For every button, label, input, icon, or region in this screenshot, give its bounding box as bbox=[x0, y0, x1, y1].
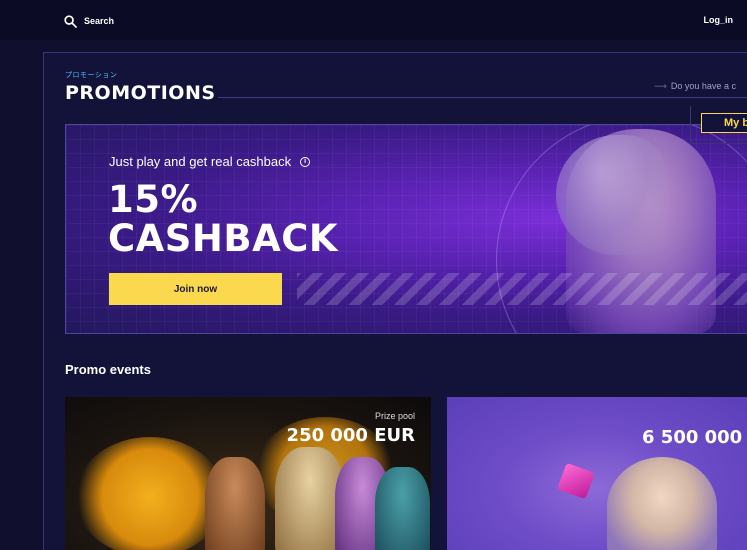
join-now-button[interactable]: Join now bbox=[109, 273, 282, 305]
banner-headline-line2: CASHBACK bbox=[108, 217, 339, 260]
prize-pool-label: Prize pool bbox=[374, 411, 415, 421]
character-illustration bbox=[375, 467, 430, 550]
page-title: PROMOTIONS bbox=[65, 82, 216, 104]
promo-events-heading: Promo events bbox=[65, 362, 151, 377]
character-illustration bbox=[205, 457, 265, 550]
my-bonus-button[interactable]: My b bbox=[701, 113, 747, 133]
banner-stripes-decoration bbox=[297, 273, 747, 305]
banner-subtitle-text: Just play and get real cashback bbox=[109, 154, 292, 169]
voucher-hint-link[interactable]: ⟶ Do you have a c bbox=[654, 81, 736, 92]
top-bar: Search Log_in bbox=[0, 0, 747, 40]
arrow-right-icon: ⟶ bbox=[654, 81, 667, 91]
promo-event-card[interactable]: 6 500 000 bbox=[447, 397, 747, 550]
info-icon[interactable]: i bbox=[300, 156, 311, 167]
search-label: Search bbox=[84, 16, 115, 26]
promo-event-card[interactable]: Prize pool 250 000 EUR bbox=[65, 397, 431, 550]
character-illustration bbox=[607, 457, 717, 550]
banner-subtitle: Just play and get real cashback i bbox=[109, 154, 311, 169]
prize-pool-value: 6 500 000 bbox=[642, 427, 743, 448]
login-link[interactable]: Log_in bbox=[704, 15, 734, 25]
banner-headline-line1: 15% bbox=[108, 178, 199, 221]
banner-hair-illustration bbox=[556, 135, 666, 255]
cashback-banner: Just play and get real cashback i 15% CA… bbox=[65, 124, 747, 334]
gem-icon bbox=[557, 462, 595, 500]
search-button[interactable]: Search bbox=[64, 13, 114, 29]
voucher-hint-label: Do you have a c bbox=[670, 81, 736, 91]
search-icon bbox=[64, 14, 77, 28]
title-divider bbox=[218, 97, 747, 98]
splash-decoration bbox=[75, 437, 225, 550]
promotions-kicker: プロモーション bbox=[65, 72, 118, 79]
prize-pool-value: 250 000 EUR bbox=[286, 425, 415, 446]
banner-headline: 15% CASHBACK bbox=[108, 180, 338, 258]
